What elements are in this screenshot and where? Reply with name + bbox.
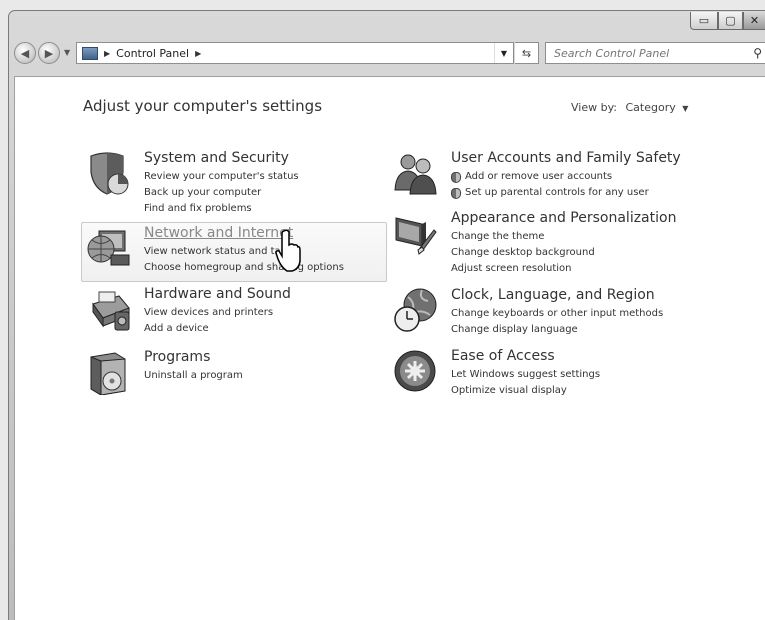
programs-box-icon: [90, 352, 126, 395]
link-change-theme[interactable]: Change the theme: [451, 229, 595, 245]
category-title[interactable]: System and Security: [144, 150, 289, 166]
minimize-button[interactable]: ▭: [690, 12, 718, 30]
category-title[interactable]: Network and Internet: [144, 225, 293, 241]
category-title[interactable]: Ease of Access: [451, 348, 555, 364]
content-pane: Adjust your computer's settings View by:…: [14, 76, 765, 620]
breadcrumb-separator-icon[interactable]: ▶: [195, 49, 201, 58]
shield-icon: [90, 152, 129, 195]
link-review-status[interactable]: Review your computer's status: [144, 169, 299, 185]
chevron-down-icon[interactable]: ▼: [682, 104, 688, 113]
breadcrumb-separator-icon[interactable]: ▶: [104, 49, 110, 58]
ease-of-access-icon: [394, 350, 436, 392]
category-title[interactable]: User Accounts and Family Safety: [451, 150, 681, 166]
link-change-keyboards[interactable]: Change keyboards or other input methods: [451, 306, 663, 322]
view-by: View by: Category ▼: [571, 101, 688, 114]
control-panel-icon: [82, 46, 98, 60]
users-icon: [394, 154, 437, 195]
link-find-fix-problems[interactable]: Find and fix problems: [144, 201, 299, 217]
mouse-pointer-icon: [275, 229, 301, 272]
category-title[interactable]: Programs: [144, 349, 210, 365]
search-box[interactable]: ⚲: [545, 42, 765, 64]
link-parental-controls[interactable]: Set up parental controls for any user: [451, 185, 649, 201]
category-title[interactable]: Appearance and Personalization: [451, 210, 676, 226]
printer-speaker-icon: [92, 291, 130, 331]
link-network-status[interactable]: View network status and tasks: [144, 244, 344, 260]
close-button[interactable]: ✕: [743, 12, 765, 30]
view-by-dropdown[interactable]: Category: [626, 101, 676, 114]
category-title[interactable]: Clock, Language, and Region: [451, 287, 655, 303]
monitor-brush-icon: [395, 217, 437, 255]
search-icon[interactable]: ⚲: [753, 46, 762, 60]
link-display-language[interactable]: Change display language: [451, 322, 663, 338]
link-add-device[interactable]: Add a device: [144, 321, 273, 337]
back-button[interactable]: ◀: [14, 42, 36, 64]
clock-globe-icon: [394, 288, 437, 332]
link-uninstall-program[interactable]: Uninstall a program: [144, 368, 243, 384]
view-by-label: View by:: [571, 101, 617, 114]
breadcrumb-control-panel[interactable]: Control Panel: [116, 47, 189, 60]
address-bar[interactable]: ▶ Control Panel ▶ ▼: [76, 42, 514, 64]
link-desktop-background[interactable]: Change desktop background: [451, 245, 595, 261]
shield-icon: [451, 187, 461, 199]
category-title[interactable]: Hardware and Sound: [144, 286, 291, 302]
link-screen-resolution[interactable]: Adjust screen resolution: [451, 261, 595, 277]
maximize-button[interactable]: ▢: [718, 12, 743, 30]
search-input[interactable]: [552, 45, 746, 61]
refresh-button[interactable]: ⇆: [515, 42, 539, 64]
link-add-remove-accounts[interactable]: Add or remove user accounts: [451, 169, 649, 185]
recent-pages-dropdown[interactable]: ▼: [64, 48, 70, 57]
link-label[interactable]: Set up parental controls for any user: [465, 185, 649, 201]
network-globe-icon: [87, 230, 130, 266]
address-dropdown-icon[interactable]: ▼: [494, 43, 513, 63]
caption-buttons: ▭ ▢ ✕: [690, 12, 765, 32]
link-optimize-display[interactable]: Optimize visual display: [451, 383, 600, 399]
link-homegroup[interactable]: Choose homegroup and sharing options: [144, 260, 344, 276]
navigation-bar: ◀ ▶ ▼ ▶ Control Panel ▶ ▼ ⇆ ⚲: [10, 42, 765, 68]
back-arrow-icon: ◀: [20, 46, 30, 60]
link-windows-suggest[interactable]: Let Windows suggest settings: [451, 367, 600, 383]
forward-button[interactable]: ▶: [38, 42, 60, 64]
link-devices-printers[interactable]: View devices and printers: [144, 305, 273, 321]
shield-icon: [451, 171, 461, 183]
forward-arrow-icon: ▶: [44, 46, 54, 60]
page-title: Adjust your computer's settings: [83, 97, 323, 115]
link-back-up[interactable]: Back up your computer: [144, 185, 299, 201]
link-label[interactable]: Add or remove user accounts: [465, 169, 612, 185]
refresh-icon: ⇆: [521, 46, 532, 60]
